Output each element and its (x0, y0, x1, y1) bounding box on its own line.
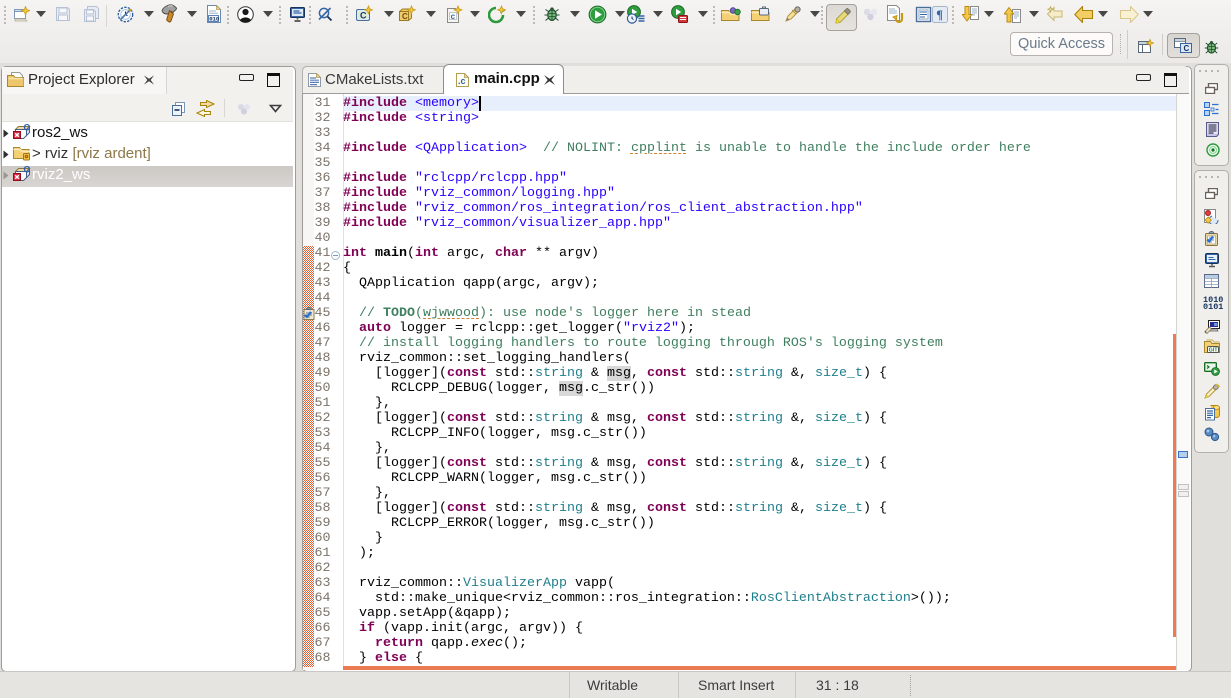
svg-text:C: C (1184, 44, 1190, 53)
svg-text:C: C (24, 166, 31, 175)
svg-text:C: C (402, 12, 408, 21)
svg-text:.c: .c (458, 76, 466, 86)
svg-text:¶: ¶ (936, 8, 943, 22)
svg-text:C: C (24, 124, 31, 133)
svg-text:010: 010 (209, 16, 220, 23)
svg-text:GIT: GIT (1209, 348, 1219, 354)
svg-text:c: c (451, 12, 456, 21)
svg-text:C: C (360, 11, 367, 21)
